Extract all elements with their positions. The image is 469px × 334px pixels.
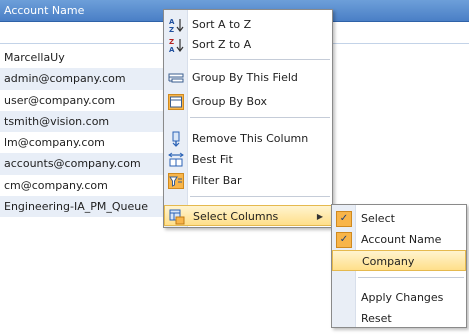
svg-text:Z: Z — [169, 26, 174, 33]
column-toggle-label: Select — [361, 212, 395, 225]
table-row[interactable]: admin@company.com — [0, 68, 164, 90]
best-fit-menu-item[interactable]: Best Fit — [164, 149, 332, 170]
menu-separator — [190, 196, 330, 197]
select-columns-menu-item[interactable]: Select Columns ▶ — [164, 205, 332, 226]
sort-a-to-z-label: Sort A to Z — [192, 18, 252, 31]
sort-ascending-icon: A Z — [168, 17, 184, 33]
table-row[interactable]: tsmith@vision.com — [0, 110, 164, 133]
table-row[interactable]: lm@company.com — [0, 132, 164, 154]
group-by-field-label: Group By This Field — [192, 71, 298, 84]
sort-a-to-z-menu-item[interactable]: A Z Sort A to Z — [164, 14, 332, 35]
table-row[interactable]: accounts@company.com — [0, 153, 164, 175]
column-toggle-label: Company — [362, 255, 415, 268]
reset-button[interactable]: Reset — [332, 308, 466, 329]
remove-column-label: Remove This Column — [192, 132, 309, 145]
best-fit-label: Best Fit — [192, 153, 233, 166]
select-columns-submenu: ✓ Select ✓ Account Name Company Apply Ch… — [331, 204, 467, 328]
svg-text:A: A — [169, 46, 175, 53]
filter-bar-icon — [168, 173, 184, 189]
menu-separator — [190, 117, 330, 118]
submenu-arrow-icon: ▶ — [316, 212, 323, 221]
svg-text:A: A — [169, 18, 175, 26]
check-icon: ✓ — [336, 211, 352, 227]
column-toggle-account-name[interactable]: ✓ Account Name — [332, 229, 466, 250]
grid-rows: MarcellaUy admin@company.com user@compan… — [0, 47, 164, 218]
filter-bar-menu-item[interactable]: Filter Bar — [164, 170, 332, 191]
table-row[interactable]: user@company.com — [0, 89, 164, 111]
svg-text:Z: Z — [169, 38, 174, 46]
group-by-box-icon — [168, 94, 184, 110]
column-context-menu: A Z Sort A to Z Z A Sort Z to A Group By… — [163, 9, 333, 228]
group-by-field-menu-item[interactable]: Group By This Field — [164, 67, 332, 88]
column-toggle-company[interactable]: Company — [332, 250, 466, 271]
apply-changes-label: Apply Changes — [361, 291, 444, 304]
filter-bar-label: Filter Bar — [192, 174, 242, 187]
menu-separator — [190, 59, 330, 60]
sort-z-to-a-menu-item[interactable]: Z A Sort Z to A — [164, 34, 332, 55]
table-row[interactable]: Engineering-IA_PM_Queue — [0, 196, 164, 218]
group-by-box-menu-item[interactable]: Group By Box — [164, 91, 332, 112]
select-columns-label: Select Columns — [193, 210, 279, 223]
sort-descending-icon: Z A — [168, 37, 184, 53]
best-fit-icon — [168, 152, 184, 168]
sort-z-to-a-label: Sort Z to A — [192, 38, 252, 51]
column-toggle-label: Account Name — [361, 233, 442, 246]
remove-column-menu-item[interactable]: Remove This Column — [164, 128, 332, 149]
submenu-separator — [358, 277, 464, 278]
select-columns-icon — [169, 209, 185, 225]
check-icon: ✓ — [336, 232, 352, 248]
group-by-box-label: Group By Box — [192, 95, 267, 108]
reset-label: Reset — [361, 312, 392, 325]
column-toggle-select[interactable]: ✓ Select — [332, 208, 466, 229]
table-row[interactable]: MarcellaUy — [0, 47, 164, 69]
group-by-field-icon — [168, 70, 184, 86]
apply-changes-button[interactable]: Apply Changes — [332, 287, 466, 308]
table-row[interactable]: cm@company.com — [0, 174, 164, 197]
remove-column-icon — [168, 131, 184, 147]
